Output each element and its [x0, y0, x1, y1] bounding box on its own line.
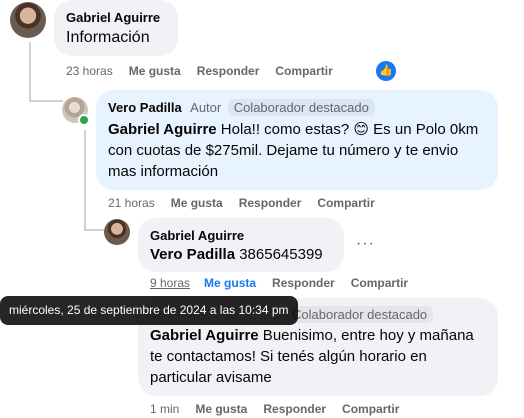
top-contributor-badge: Colaborador destacado — [286, 306, 434, 323]
comment-text: Información — [66, 29, 150, 46]
comment-author[interactable]: Gabriel Aguirre — [150, 228, 244, 243]
more-options-icon[interactable]: ··· — [356, 235, 375, 253]
avatar-gabriel[interactable] — [104, 219, 130, 245]
like-button[interactable]: Me gusta — [195, 402, 247, 416]
comment-bubble-1: Gabriel Aguirre Información — [54, 0, 178, 56]
comment-bubble-3: Gabriel Aguirre Vero Padilla 3865645399 — [138, 218, 344, 272]
comment-time[interactable]: 23 horas — [66, 64, 113, 78]
comment-actions-3: 9 horas Me gusta Responder Compartir — [150, 276, 424, 290]
thread-line-branch — [29, 100, 63, 102]
comment-author[interactable]: Gabriel Aguirre — [66, 10, 160, 25]
reply-button[interactable]: Responder — [272, 276, 335, 290]
thread-line-sub — [84, 130, 86, 230]
comment-header: Colaborador destacado — [286, 306, 434, 324]
comment-text: Vero Padilla 3865645399 — [150, 246, 323, 263]
comment-actions-1: 23 horas Me gusta Responder Compartir — [66, 64, 349, 78]
comment-bubble-2: Vero Padilla Autor Colaborador destacado… — [96, 90, 498, 190]
reply-button[interactable]: Responder — [239, 196, 302, 210]
comment-actions-4: 1 min Me gusta Responder Compartir — [150, 402, 415, 416]
comment-text: Gabriel Aguirre Hola!! como estas? 😊 Es … — [108, 121, 479, 180]
share-button[interactable]: Compartir — [275, 64, 332, 78]
comment-actions-2: 21 horas Me gusta Responder Compartir — [108, 196, 391, 210]
mention-link[interactable]: Vero Padilla — [150, 246, 235, 263]
comment-time[interactable]: 21 horas — [108, 196, 155, 210]
top-contributor-badge: Colaborador destacado — [227, 99, 375, 116]
thumbs-up-icon[interactable]: 👍 — [376, 61, 396, 81]
like-button[interactable]: Me gusta — [129, 64, 181, 78]
comment-text: Gabriel Aguirre Buenisimo, entre hoy y m… — [150, 327, 474, 386]
comment-header: Vero Padilla Autor Colaborador destacado — [108, 99, 375, 117]
reply-button[interactable]: Responder — [197, 64, 260, 78]
reply-button[interactable]: Responder — [263, 402, 326, 416]
share-button[interactable]: Compartir — [317, 196, 374, 210]
share-button[interactable]: Compartir — [342, 402, 399, 416]
mention-link[interactable]: Gabriel Aguirre — [150, 327, 259, 344]
comment-time[interactable]: 9 horas — [150, 276, 190, 290]
timestamp-tooltip: miércoles, 25 de septiembre de 2024 a la… — [0, 296, 298, 325]
thread-line-main — [29, 42, 31, 102]
like-button[interactable]: Me gusta — [171, 196, 223, 210]
author-badge: Autor — [190, 100, 222, 115]
thread-line-sub-branch — [84, 229, 104, 231]
mention-link[interactable]: Gabriel Aguirre — [108, 121, 217, 138]
online-status-dot — [78, 114, 90, 126]
like-button[interactable]: Me gusta — [204, 276, 256, 290]
comment-time[interactable]: 1 min — [150, 402, 179, 416]
comment-author[interactable]: Vero Padilla — [108, 100, 182, 115]
avatar-gabriel[interactable] — [10, 2, 46, 38]
share-button[interactable]: Compartir — [351, 276, 408, 290]
